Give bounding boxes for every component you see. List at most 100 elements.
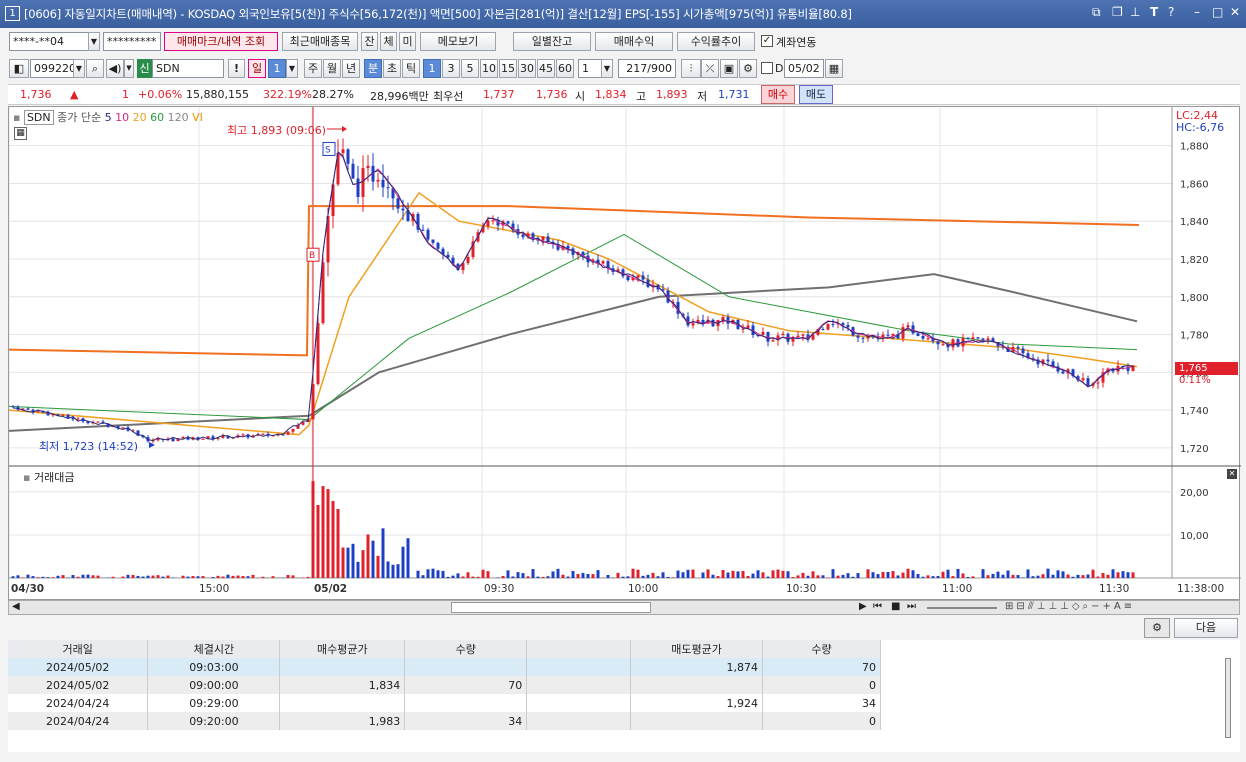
- panel-close-icon[interactable]: ✕: [1227, 469, 1237, 479]
- window-icon-a[interactable]: ⧉: [1092, 5, 1101, 20]
- balance-button[interactable]: 잔: [361, 32, 378, 51]
- period-second[interactable]: 초: [383, 59, 401, 78]
- sell-button[interactable]: 매도: [799, 85, 833, 104]
- view-count-field[interactable]: 217/900: [618, 59, 676, 78]
- trade-mark-button[interactable]: 매매마크/내역 조회: [164, 32, 278, 51]
- volume-bar: [836, 575, 840, 578]
- interval-5[interactable]: 5: [461, 59, 479, 78]
- period-tick[interactable]: 틱: [402, 59, 420, 78]
- sound-icon[interactable]: ◀): [106, 59, 124, 78]
- interval-30[interactable]: 30: [518, 59, 536, 78]
- candle-body: [541, 236, 545, 241]
- volume-bar: [261, 576, 265, 578]
- table-cell: [526, 712, 632, 730]
- candle-body: [921, 335, 925, 339]
- interval-3[interactable]: 3: [442, 59, 460, 78]
- interval-1[interactable]: 1: [423, 59, 441, 78]
- period-dropdown-icon[interactable]: ▼: [286, 59, 298, 78]
- settings-icon[interactable]: ⚙: [739, 59, 757, 78]
- volume-ratio: 322.19%: [263, 88, 312, 101]
- table-row[interactable]: 2024/04/24 09:20:00 1,983 34 0: [8, 712, 881, 730]
- daily-balance-button[interactable]: 일별잔고: [513, 32, 591, 51]
- close-icon[interactable]: ✕: [1230, 5, 1240, 19]
- code-dropdown-icon[interactable]: ▼: [73, 59, 85, 78]
- candle-type-icon[interactable]: ⫶: [681, 59, 701, 78]
- maximize-icon[interactable]: □: [1212, 5, 1223, 19]
- period-num[interactable]: 1: [268, 59, 286, 78]
- chart-scroll-bar[interactable]: ◀ ▶ ⏮ ■ ⏭ ⊞⊟⫻⊥⊥⊥◇⌕−+A≡: [8, 600, 1240, 615]
- date-checkbox[interactable]: [761, 62, 773, 74]
- candle-body: [201, 438, 205, 440]
- interval-15[interactable]: 15: [499, 59, 517, 78]
- scroll-right-icon[interactable]: ▶: [859, 601, 867, 612]
- chart-area[interactable]: 1,8801,8601,8401,8201,8001,7801,7601,740…: [8, 106, 1241, 601]
- candle-body: [826, 324, 830, 330]
- sound-dropdown-icon[interactable]: ▼: [124, 59, 134, 78]
- help-icon[interactable]: ?: [1168, 5, 1174, 19]
- price-tick-label: 1,820: [1180, 255, 1209, 266]
- volume-bar: [331, 501, 335, 578]
- save-icon[interactable]: ▣: [720, 59, 738, 78]
- interval-60[interactable]: 60: [556, 59, 574, 78]
- account-select[interactable]: ****-**04: [9, 32, 99, 51]
- unfilled-button[interactable]: 미: [399, 32, 416, 51]
- zoom-slider[interactable]: [927, 607, 997, 609]
- volume-bar: [81, 574, 85, 578]
- trade-profit-button[interactable]: 매매수익: [595, 32, 673, 51]
- volume-bar: [146, 575, 150, 578]
- interval-count-input[interactable]: 1: [578, 59, 602, 78]
- candle-body: [11, 406, 15, 408]
- volume-bar: [866, 569, 870, 578]
- interval-10[interactable]: 10: [480, 59, 498, 78]
- candle-body: [886, 334, 890, 336]
- period-minute[interactable]: 분: [364, 59, 382, 78]
- return-trend-button[interactable]: 수익률추이: [677, 32, 755, 51]
- alert-button[interactable]: !: [228, 59, 245, 78]
- date-input[interactable]: 05/02: [784, 59, 824, 78]
- table-row[interactable]: 2024/05/02 09:00:00 1,834 70 0: [8, 676, 881, 694]
- password-input[interactable]: *********: [103, 32, 161, 51]
- account-dropdown-icon[interactable]: ▼: [88, 32, 100, 51]
- volume-bar: [791, 576, 795, 578]
- font-icon[interactable]: T: [1150, 5, 1158, 19]
- draw-tool-icon[interactable]: ⤫: [701, 59, 719, 78]
- period-year[interactable]: 년: [342, 59, 360, 78]
- candle-body: [291, 428, 295, 432]
- restore-icon[interactable]: ❐: [1112, 5, 1123, 19]
- volume-bar: [1031, 576, 1035, 578]
- stock-code-input[interactable]: 099220: [30, 59, 76, 78]
- minimize-icon[interactable]: –: [1194, 5, 1200, 19]
- stop-icon[interactable]: ■: [891, 601, 900, 612]
- memo-button[interactable]: 메모보기: [420, 32, 496, 51]
- scroll-thumb[interactable]: [451, 602, 651, 613]
- volume-bar: [666, 576, 670, 578]
- price-chart[interactable]: 1,8801,8601,8401,8201,8001,7801,7601,740…: [9, 107, 1241, 601]
- table-scrollbar[interactable]: [1225, 658, 1231, 738]
- search-icon[interactable]: ⌕: [86, 59, 104, 78]
- volume-bar: [291, 575, 295, 578]
- period-day[interactable]: 일: [248, 59, 266, 78]
- stock-name-field[interactable]: SDN: [152, 59, 224, 78]
- period-week[interactable]: 주: [304, 59, 322, 78]
- account-link-checkbox[interactable]: ✓: [761, 35, 773, 47]
- pin-icon[interactable]: ⊥: [1130, 5, 1140, 19]
- recent-trades-button[interactable]: 최근매매종목: [282, 32, 358, 51]
- layout-icon[interactable]: ◧: [9, 59, 29, 78]
- forward-icon[interactable]: ⏭: [907, 601, 916, 612]
- table-toggle-icon[interactable]: ▦: [14, 127, 27, 140]
- calendar-icon[interactable]: ▦: [825, 59, 843, 78]
- volume-bar: [426, 569, 430, 578]
- rewind-icon[interactable]: ⏮: [873, 601, 882, 612]
- count-dropdown-icon[interactable]: ▼: [601, 59, 613, 78]
- scroll-left-icon[interactable]: ◀: [12, 601, 20, 612]
- grid-settings-icon[interactable]: ⚙: [1144, 618, 1170, 638]
- table-row[interactable]: 2024/05/02 09:03:00 1,874 70: [8, 658, 881, 676]
- execution-button[interactable]: 체: [380, 32, 397, 51]
- period-month[interactable]: 월: [323, 59, 341, 78]
- next-button[interactable]: 다음: [1174, 618, 1238, 638]
- table-row[interactable]: 2024/04/24 09:29:00 1,924 34: [8, 694, 881, 712]
- interval-45[interactable]: 45: [537, 59, 555, 78]
- volume-bar: [16, 575, 20, 578]
- chart-tools-icon[interactable]: ⊞⊟⫻⊥⊥⊥◇⌕−+A≡: [1005, 601, 1135, 612]
- buy-button[interactable]: 매수: [761, 85, 795, 104]
